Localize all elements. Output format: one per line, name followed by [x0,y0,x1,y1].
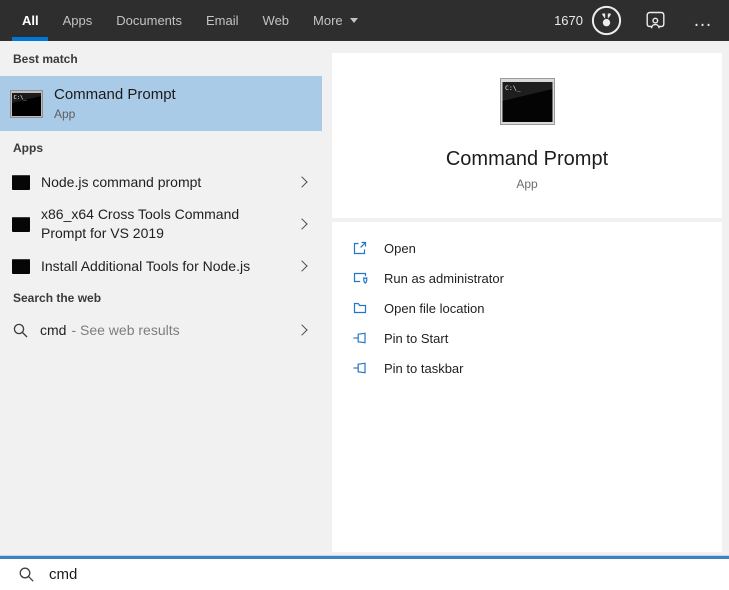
more-options-icon[interactable]: … [693,11,713,30]
search-input[interactable] [49,566,549,583]
action-open-file-location[interactable]: Open file location [332,293,722,323]
cmd-terminal-icon-large: C:\_ [499,78,555,125]
web-result-cmd[interactable]: cmd - See web results [0,314,322,346]
tab-more[interactable]: More [313,0,358,41]
best-match-result-command-prompt[interactable]: C:\_ Command Prompt App [0,76,322,131]
app-result-x86-x64-cross-tools[interactable]: x86_x64 Cross Tools Command Prompt for V… [0,201,322,247]
cmd-terminal-icon [12,174,30,190]
cmd-terminal-icon [12,216,30,232]
app-result-install-additional-tools[interactable]: Install Additional Tools for Node.js [0,250,322,282]
app-result-label: Node.js command prompt [41,173,202,190]
app-result-label: x86_x64 Cross Tools Command Prompt for V… [41,206,240,241]
action-label: Open file location [384,300,485,316]
chevron-right-icon[interactable] [296,324,308,336]
search-icon [18,566,35,583]
tab-web[interactable]: Web [263,0,290,41]
filter-tabs: All Apps Documents Email Web More [12,0,358,41]
action-label: Pin to Start [384,330,449,346]
rewards-medal-icon[interactable] [591,5,622,36]
rewards-points[interactable]: 1670 [554,13,583,28]
action-pin-to-start[interactable]: Pin to Start [332,323,722,353]
cmd-terminal-icon: C:\_ [10,89,43,118]
best-match-title: Command Prompt [54,86,176,103]
topbar-right-controls: 1670 … [554,0,729,41]
chevron-right-icon[interactable] [296,260,308,272]
action-label: Open [384,240,416,256]
open-icon [352,240,368,256]
action-label: Pin to taskbar [384,360,464,376]
open-file-location-icon [352,300,368,316]
tab-documents[interactable]: Documents [116,0,182,41]
tab-more-label: More [313,13,343,28]
selected-tab-underline [12,37,49,41]
svg-text:C:\_: C:\_ [14,95,28,101]
search-the-web-header: Search the web [13,291,102,305]
preview-title: Command Prompt [445,148,609,170]
best-match-subtitle: App [54,107,76,121]
tab-documents-label: Documents [116,13,183,28]
tab-email-label: Email [206,13,239,28]
tab-email[interactable]: Email [206,0,239,41]
tab-apps-label: Apps [62,13,93,28]
apps-header: Apps [13,141,43,155]
best-match-header: Best match [13,52,78,66]
search-icon [12,322,29,339]
tab-all-label: All [22,13,39,28]
tab-all[interactable]: All [12,0,49,41]
dropdown-arrow-icon [349,18,358,23]
best-match-text: Command Prompt App [54,86,176,121]
web-result-query: cmd [40,322,67,338]
tab-web-label: Web [262,13,290,28]
taskbar-search-box[interactable] [0,559,729,590]
pin-icon [352,360,368,376]
run-as-admin-icon [352,270,368,286]
search-filter-bar: All Apps Documents Email Web More 1670 … [0,0,729,41]
chevron-right-icon[interactable] [296,176,308,188]
action-label: Run as administrator [384,270,504,286]
action-run-as-administrator[interactable]: Run as administrator [332,263,722,293]
app-result-label: Install Additional Tools for Node.js [41,257,251,274]
preview-subtitle: App [516,177,538,191]
tab-apps[interactable]: Apps [63,0,93,41]
preview-actions-card: Open Run as administrator Open file loca… [332,222,722,552]
web-result-suffix: - See web results [71,322,180,338]
feedback-person-icon[interactable] [644,10,667,31]
app-result-nodejs-command-prompt[interactable]: Node.js command prompt [0,166,322,198]
action-open[interactable]: Open [332,233,722,263]
chevron-right-icon[interactable] [296,218,308,230]
preview-header-card: C:\_ Command Prompt App [332,53,722,218]
cmd-terminal-icon [12,258,30,274]
pin-icon [352,330,368,346]
action-pin-to-taskbar[interactable]: Pin to taskbar [332,353,722,383]
svg-text:C:\_: C:\_ [505,84,521,92]
